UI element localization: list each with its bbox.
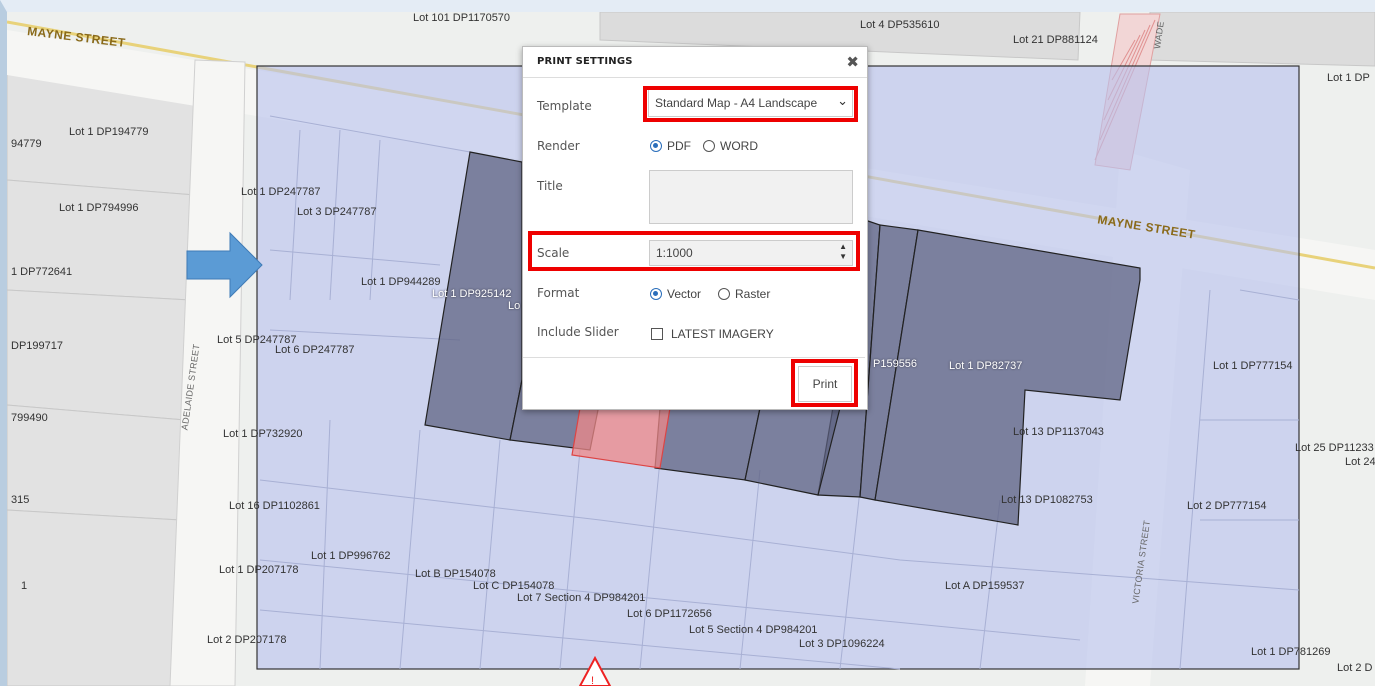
checkbox-icon: [651, 328, 663, 340]
radio-unselected-icon: [703, 140, 715, 152]
lot-label: Lot 25 DP11233: [1295, 442, 1374, 454]
render-option-label: WORD: [720, 139, 758, 153]
template-select-value: Standard Map - A4 Landscape: [655, 96, 818, 110]
scale-input[interactable]: 1:1000 ▲ ▼: [649, 240, 853, 266]
lot-label: Lot 1 DP925142: [432, 288, 512, 300]
format-option-label: Raster: [735, 287, 771, 301]
lot-label: Lot 3 DP1096224: [799, 638, 885, 650]
render-option-label: PDF: [667, 139, 691, 153]
dialog-header: PRINT SETTINGS ✖: [523, 47, 867, 78]
lot-label: Lot 1 DP794996: [59, 202, 139, 214]
close-icon[interactable]: ✖: [846, 53, 859, 71]
lot-label: Lot 1 DP: [1327, 72, 1370, 84]
stepper-icon[interactable]: ▲ ▼: [839, 242, 847, 262]
template-select[interactable]: Standard Map - A4 Landscape ⌄: [648, 89, 853, 117]
lot-label: Lot 2 DP207178: [207, 634, 287, 646]
lot-label: Lot 1 DP207178: [219, 564, 299, 576]
lot-label: Lot 6 DP247787: [275, 344, 355, 356]
lot-label: Lot B DP154078: [415, 568, 496, 580]
scale-value: 1:1000: [656, 246, 693, 260]
latest-imagery-checkbox[interactable]: LATEST IMAGERY: [651, 327, 774, 341]
lot-label: 1: [21, 580, 28, 592]
lot-label: DP199717: [11, 340, 63, 352]
lot-label: Lot 1 DP247787: [241, 186, 321, 198]
render-label: Render: [537, 139, 580, 153]
lot-label: Lot 5 Section 4 DP984201: [689, 624, 818, 636]
chevron-down-icon: ⌄: [837, 93, 848, 108]
lot-label: 1 DP772641: [11, 266, 73, 278]
lot-label: Lot 2 D: [1337, 662, 1373, 674]
lot-label: Lot 1 DP82737: [949, 360, 1023, 372]
lot-label: Lot 13 DP1137043: [1013, 426, 1104, 438]
lot-label: Lot 24: [1345, 456, 1375, 468]
render-option-word[interactable]: WORD: [703, 139, 758, 153]
lot-label: Lot 1 DP944289: [361, 276, 441, 288]
title-textarea[interactable]: [649, 170, 853, 224]
lot-label: Lot 101 DP1170570: [413, 12, 511, 24]
lot-label: Lot 1 DP777154: [1213, 360, 1293, 372]
lot-label: P159556: [873, 358, 918, 370]
latest-imagery-label: LATEST IMAGERY: [671, 327, 774, 341]
svg-text:!: !: [591, 675, 594, 686]
lot-label: 799490: [11, 412, 48, 424]
lot-label: Lot A DP159537: [945, 580, 1025, 592]
include-slider-label: Include Slider: [537, 325, 619, 339]
radio-selected-icon: [650, 140, 662, 152]
lot-label: Lot 1 DP194779: [69, 126, 149, 138]
lot-label: 94779: [11, 138, 42, 150]
lot-label: Lot 7 Section 4 DP984201: [517, 592, 646, 604]
radio-unselected-icon: [718, 288, 730, 300]
print-button[interactable]: Print: [798, 366, 852, 402]
lot-label: Lot 3 DP247787: [297, 206, 377, 218]
lot-label: Lot 1 DP781269: [1251, 646, 1331, 658]
lot-label: Lot 16 DP1102861: [229, 500, 320, 512]
radio-selected-icon: [650, 288, 662, 300]
lot-label: Lot 1 DP996762: [311, 550, 391, 562]
template-label: Template: [537, 99, 592, 113]
dialog-divider: [523, 357, 865, 358]
format-option-vector[interactable]: Vector: [650, 287, 701, 301]
scale-label: Scale: [537, 246, 570, 260]
lot-label: Lot 4 DP535610: [860, 19, 940, 31]
lot-label: Lot 2 DP777154: [1187, 500, 1267, 512]
render-option-pdf[interactable]: PDF: [650, 139, 691, 153]
title-label: Title: [537, 179, 563, 193]
lot-label: Lot 13 DP1082753: [1001, 494, 1093, 506]
dialog-title: PRINT SETTINGS: [537, 56, 633, 67]
lot-label: Lot 1 DP732920: [223, 428, 303, 440]
lot-label: Lot 6 DP1172656: [627, 608, 712, 620]
format-label: Format: [537, 286, 580, 300]
format-option-label: Vector: [667, 287, 702, 301]
lot-label: Lot C DP154078: [473, 580, 555, 592]
lot-label: Lot 21 DP881124: [1013, 34, 1098, 46]
lot-label: Lo: [508, 300, 521, 312]
lot-label: 315: [11, 494, 30, 506]
format-option-raster[interactable]: Raster: [718, 287, 770, 301]
